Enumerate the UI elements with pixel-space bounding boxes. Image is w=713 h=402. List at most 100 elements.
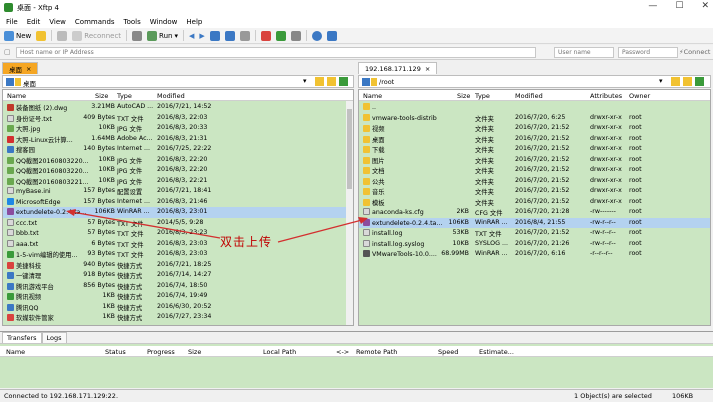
- scroll-thumb[interactable]: [347, 109, 352, 189]
- file-row[interactable]: 音乐 文件夹 2016/7/20, 21:52 drwxr-xr-x root: [359, 186, 710, 197]
- close-button[interactable]: ✕: [701, 1, 709, 11]
- password-input[interactable]: [618, 47, 678, 58]
- menu-commands[interactable]: Commands: [75, 18, 115, 26]
- remote-path-bar[interactable]: /root ▾: [358, 75, 711, 88]
- col-modified[interactable]: Modified: [157, 92, 185, 100]
- file-row[interactable]: 模板 文件夹 2016/7/20, 21:52 drwxr-xr-x root: [359, 197, 710, 208]
- col-attributes[interactable]: Attributes: [590, 92, 622, 100]
- col-remote-path[interactable]: Remote Path: [356, 348, 397, 356]
- col-progress[interactable]: Progress: [147, 348, 175, 356]
- col-modified[interactable]: Modified: [515, 92, 543, 100]
- file-row[interactable]: ..: [359, 102, 710, 113]
- col-size[interactable]: Size: [95, 92, 108, 100]
- file-row[interactable]: 大照-Linux云计算... 1.64MB Adobe Ac... 2016/8/3,…: [3, 134, 353, 145]
- file-row[interactable]: 图片 文件夹 2016/7/20, 21:52 drwxr-xr-x root: [359, 155, 710, 166]
- close-tab-icon[interactable]: ×: [26, 65, 31, 73]
- file-row[interactable]: 软媒软件管家 1KB 快捷方式 2016/7/27, 23:34: [3, 312, 353, 323]
- settings-icon[interactable]: [290, 30, 301, 41]
- address-bar: ▢ ⚡Connect: [0, 45, 713, 60]
- connect-button[interactable]: ⚡Connect: [679, 48, 710, 56]
- transfer-icon[interactable]: [224, 30, 235, 41]
- chat-icon[interactable]: [326, 30, 337, 41]
- file-row[interactable]: 文档 文件夹 2016/7/20, 21:52 drwxr-xr-x root: [359, 165, 710, 176]
- remote-file-list[interactable]: Name Size Type Modified Attributes Owner…: [358, 89, 711, 326]
- file-row[interactable]: vmware-tools-distrib 文件夹 2016/7/20, 6:25 dr…: [359, 113, 710, 124]
- tab-logs[interactable]: Logs: [41, 332, 67, 343]
- col-type[interactable]: Type: [475, 92, 490, 100]
- print-icon[interactable]: [132, 30, 143, 41]
- col-speed[interactable]: Speed: [438, 348, 458, 356]
- file-row[interactable]: myBase.ini 157 Bytes 配置设置 2016/7/21, 18:41: [3, 186, 353, 197]
- col-direction[interactable]: <->: [336, 348, 349, 356]
- refresh-icon[interactable]: [239, 30, 250, 41]
- menu-window[interactable]: Window: [150, 18, 178, 26]
- file-row[interactable]: QQ截图20160803220... 10KB JPG 文件 2016/8/3, 22…: [3, 155, 353, 166]
- minimize-button[interactable]: —: [648, 1, 657, 11]
- forward-icon[interactable]: ▶: [199, 32, 204, 40]
- help-icon[interactable]: [311, 30, 322, 41]
- host-input[interactable]: [16, 47, 536, 58]
- file-row[interactable]: 下载 文件夹 2016/7/20, 21:52 drwxr-xr-x root: [359, 144, 710, 155]
- refresh-icon[interactable]: [695, 77, 704, 86]
- col-name[interactable]: Name: [363, 92, 382, 100]
- file-row[interactable]: 公共 文件夹 2016/7/20, 21:52 drwxr-xr-x root: [359, 176, 710, 187]
- file-row[interactable]: install.log 53KB TXT 文件 2016/7/20, 21:52 -rw…: [359, 228, 710, 239]
- file-row[interactable]: 搜客园 140 Bytes Internet ... 2016/7/25, 22:22: [3, 144, 353, 155]
- file-row[interactable]: extundelete-0.2.4.ta... 106KB WinRAR ... 20…: [359, 217, 710, 228]
- back-icon[interactable]: ◀: [189, 32, 194, 40]
- col-size[interactable]: Size: [457, 92, 470, 100]
- parent-folder-icon[interactable]: [315, 77, 324, 86]
- file-row[interactable]: 腾讯游戏平台 856 Bytes 快捷方式 2016/7/4, 18:50: [3, 281, 353, 292]
- tab-remote-server[interactable]: 192.168.171.129 ×: [358, 62, 438, 74]
- file-row[interactable]: VMwareTools-10.0.... 68.99MB WinRAR ... 201…: [359, 249, 710, 260]
- parent-folder-icon[interactable]: [671, 77, 680, 86]
- menu-help[interactable]: Help: [186, 18, 202, 26]
- disconnect-icon[interactable]: [57, 30, 68, 41]
- file-row[interactable]: 桌面 文件夹 2016/7/20, 21:52 drwxr-xr-x root: [359, 134, 710, 145]
- file-row[interactable]: 大照.jpg 10KB JPG 文件 2016/8/3, 20:33: [3, 123, 353, 134]
- col-owner[interactable]: Owner: [629, 92, 650, 100]
- file-row[interactable]: 身份证号.txt 409 Bytes TXT 文件 2016/8/3, 22:03: [3, 113, 353, 124]
- file-row[interactable]: install.log.syslog 10KB SYSLOG ... 2016/7/2…: [359, 239, 710, 250]
- local-path-bar[interactable]: 桌面 ▾: [2, 75, 354, 88]
- view-icon[interactable]: [362, 78, 370, 86]
- new-folder-icon[interactable]: [327, 77, 336, 86]
- col-name[interactable]: Name: [7, 92, 26, 100]
- sync-icon[interactable]: [209, 30, 220, 41]
- host-dropdown-icon[interactable]: ▢: [4, 48, 11, 56]
- file-row[interactable]: 腾讯视频 1KB 快捷方式 2016/7/4, 19:49: [3, 291, 353, 302]
- col-size[interactable]: Size: [188, 348, 201, 356]
- col-name[interactable]: Name: [6, 348, 25, 356]
- maximize-button[interactable]: ☐: [675, 1, 683, 11]
- view-icon[interactable]: [6, 78, 14, 86]
- shield-icon[interactable]: [275, 30, 286, 41]
- new-folder-icon[interactable]: [683, 77, 692, 86]
- col-status[interactable]: Status: [105, 348, 126, 356]
- col-type[interactable]: Type: [117, 92, 132, 100]
- chevron-down-icon[interactable]: ▾: [303, 77, 307, 85]
- username-input[interactable]: [554, 47, 614, 58]
- col-local-path[interactable]: Local Path: [263, 348, 296, 356]
- file-row[interactable]: anaconda-ks.cfg 2KB CFG 文件 2016/7/20, 21:28…: [359, 207, 710, 218]
- file-row[interactable]: 一键清理 918 Bytes 快捷方式 2016/7/14, 14:27: [3, 270, 353, 281]
- file-row[interactable]: 视频 文件夹 2016/7/20, 21:52 drwxr-xr-x root: [359, 123, 710, 134]
- file-row[interactable]: 腾讯QQ 1KB 快捷方式 2016/6/30, 20:52: [3, 302, 353, 313]
- chevron-down-icon[interactable]: ▾: [659, 77, 663, 85]
- col-estimate[interactable]: Estimate...: [479, 348, 514, 356]
- new-button[interactable]: New: [4, 30, 31, 41]
- stop-icon[interactable]: [260, 30, 271, 41]
- tab-local-desktop[interactable]: 桌面 ×: [2, 62, 39, 74]
- file-row[interactable]: QQ截图20160803220... 10KB JPG 文件 2016/8/3, 22…: [3, 165, 353, 176]
- file-row[interactable]: QQ截图20160803221... 10KB JPG 文件 2016/8/3, 22…: [3, 176, 353, 187]
- menu-edit[interactable]: Edit: [27, 18, 41, 26]
- close-tab-icon[interactable]: ×: [425, 65, 430, 73]
- refresh-icon[interactable]: [339, 77, 348, 86]
- open-folder-icon[interactable]: [36, 30, 47, 41]
- menu-file[interactable]: File: [6, 18, 18, 26]
- run-button[interactable]: Run ▾: [147, 30, 178, 41]
- tab-transfers[interactable]: Transfers: [2, 332, 42, 343]
- file-row[interactable]: 装备图纸 (2).dwg 3.21MB AutoCAD ... 2016/7/21, …: [3, 102, 353, 113]
- menu-view[interactable]: View: [49, 18, 66, 26]
- menu-tools[interactable]: Tools: [124, 18, 141, 26]
- reconnect-button[interactable]: Reconnect: [72, 30, 121, 41]
